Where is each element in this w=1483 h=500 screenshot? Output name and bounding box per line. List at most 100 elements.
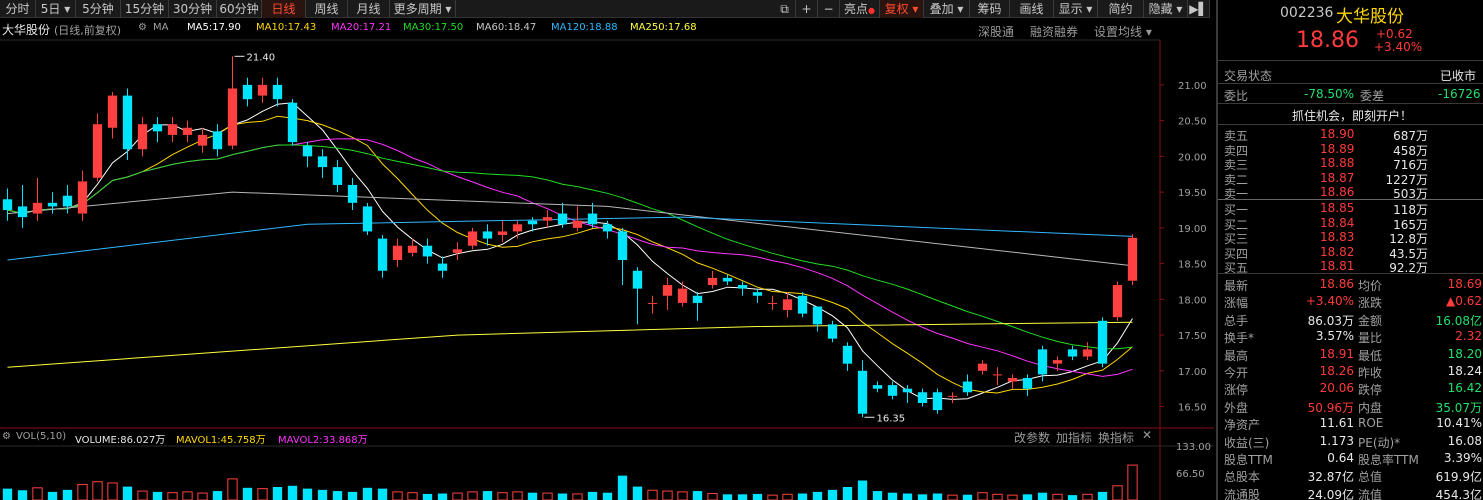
candle-body [932, 392, 943, 411]
candle-body [47, 202, 58, 207]
volume-bar [227, 478, 238, 500]
candle-body [122, 95, 133, 150]
volume-bar [1097, 491, 1108, 500]
settings-icon[interactable]: ⚙ [138, 22, 147, 33]
settings-icon[interactable]: ⚙ [2, 431, 11, 442]
volume-bar [257, 488, 268, 500]
stat-row: 今开 18.26 昨收 18.24 [1218, 363, 1483, 380]
candle-body [197, 134, 208, 146]
edit-params-link[interactable]: 改参数 [1014, 429, 1050, 446]
volume-bar [17, 490, 28, 500]
candle-body [572, 220, 583, 228]
candle-body [272, 84, 283, 100]
stat-label: 量比 [1358, 331, 1383, 346]
stat-value: 3.57% [1315, 329, 1354, 344]
volume-bar [452, 492, 463, 500]
sell-level-5[interactable]: 卖五 18.90 687万 [1218, 127, 1483, 143]
candle-body [437, 263, 448, 271]
sell-level-2[interactable]: 卖二 18.87 1227万 [1218, 171, 1483, 187]
volume-bar [32, 487, 43, 500]
promo-row[interactable]: 抓住机会，即刻开户！ [1218, 106, 1483, 123]
stat-label: 金额 [1358, 313, 1383, 328]
stat-label: 股息率TTM [1358, 453, 1419, 467]
ma20-value: MA20:17.21 [331, 22, 392, 33]
volume-bar [1007, 494, 1018, 500]
price-tick-label: 19.00 [1178, 224, 1207, 235]
add-indicator-link[interactable]: 加指标 [1056, 429, 1092, 446]
stat-label: 最低 [1358, 348, 1383, 363]
stat-label: 最新 [1224, 279, 1249, 293]
stat-label: 总值 [1358, 470, 1383, 485]
stat-value: 50.96万 [1307, 400, 1354, 415]
candle-body [2, 199, 13, 210]
volume-bar [197, 492, 208, 500]
volume-bar [347, 491, 358, 500]
buy-level-1[interactable]: 买一 18.85 118万 [1218, 201, 1483, 217]
stat-label: ROE [1358, 416, 1384, 431]
volume-bar [482, 491, 493, 500]
stat-label: 净资产 [1224, 418, 1261, 433]
volume-bar [1037, 492, 1048, 500]
stat-value: 10.41% [1436, 416, 1482, 431]
price-change: +0.62 [1376, 27, 1413, 41]
level-price: 18.83 [1320, 230, 1355, 245]
candle-body [1127, 237, 1138, 281]
volume-bar [107, 482, 118, 500]
price-tick-label: 19.50 [1178, 188, 1207, 199]
volume-bar [542, 492, 553, 500]
volume-bar [677, 491, 688, 500]
volume-bar [917, 494, 928, 500]
chart-mode: (日线,前复权) [54, 24, 122, 37]
candle-body [857, 370, 868, 414]
weibi-value: -78.50% [1304, 87, 1355, 101]
candle-body [392, 245, 403, 261]
stat-value: 16.08亿 [1435, 313, 1482, 328]
promo-link[interactable]: 抓住机会，即刻开户！ [1292, 107, 1412, 124]
stat-value: 18.26 [1319, 364, 1354, 378]
stat-value: 32.87亿 [1307, 470, 1354, 485]
stat-label: 总股本 [1224, 470, 1261, 485]
link-stock-connect[interactable]: 深股通 [978, 23, 1014, 40]
stat-value: 24.09亿 [1307, 487, 1354, 500]
switch-indicator-link[interactable]: 换指标 [1098, 429, 1134, 446]
volume-bar [377, 488, 388, 500]
volume-bar [1067, 495, 1078, 500]
ma30-value: MA30:17.50 [403, 22, 464, 33]
weibi-label: 委比 [1224, 89, 1249, 103]
volume-bar [527, 492, 538, 500]
sell-level-4[interactable]: 卖四 18.89 458万 [1218, 142, 1483, 158]
stat-row: 总股本 32.87亿 总值 619.9亿 [1218, 467, 1483, 484]
volume-bar [407, 492, 418, 500]
stat-value: 20.06 [1319, 381, 1354, 396]
volume-bar [512, 491, 523, 500]
volume-bar [152, 491, 163, 500]
candle-body [1007, 377, 1018, 382]
buy-level-2[interactable]: 买二 18.84 165万 [1218, 216, 1483, 232]
kline-chart[interactable]: 21.00 20.50 20.00 19.50 19.00 18.50 18.00 17.50… [0, 0, 1214, 500]
stat-value: ▲0.62 [1446, 294, 1482, 309]
volume-bar [167, 492, 178, 500]
price-tick-label: 18.50 [1178, 260, 1207, 271]
stat-label: 涨停 [1224, 383, 1249, 398]
buy-level-4[interactable]: 买四 18.82 43.5万 [1218, 245, 1483, 261]
stat-label: 流通股 [1224, 487, 1261, 500]
buy-level-3[interactable]: 买三 18.83 12.8万 [1218, 230, 1483, 246]
candle-body [347, 184, 358, 203]
stat-label: 流值 [1358, 487, 1383, 500]
volume-bar [182, 491, 193, 500]
price-header: 18.86 +0.62 +3.40% [1218, 27, 1483, 56]
candle-body [842, 345, 853, 364]
volume-bar [902, 493, 913, 500]
link-margin[interactable]: 融资融券 [1030, 23, 1078, 40]
candle-body [1037, 349, 1048, 375]
stat-value: 18.91 [1319, 346, 1354, 361]
candle-body [917, 392, 928, 403]
close-icon[interactable]: ✕ [1142, 428, 1152, 442]
mavol2-value: MAVOL2:33.868万 [278, 435, 368, 446]
volume-bar [1127, 464, 1138, 500]
volume-bar [332, 491, 343, 500]
sell-level-3[interactable]: 卖三 18.88 716万 [1218, 156, 1483, 172]
link-ma-settings[interactable]: 设置均线 ▾ [1094, 23, 1152, 40]
candle-body [377, 238, 388, 271]
candle-body [77, 181, 88, 214]
